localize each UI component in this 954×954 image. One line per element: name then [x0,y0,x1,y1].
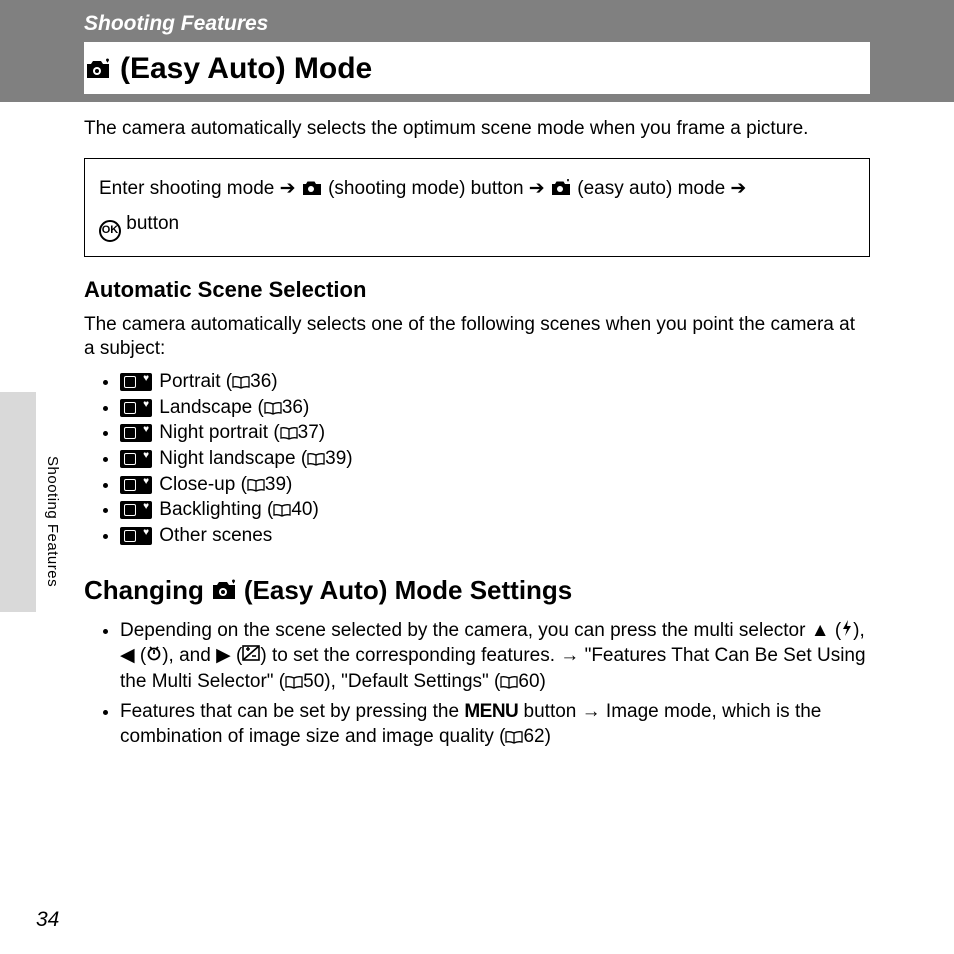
book-icon [307,447,325,472]
book-icon [280,421,298,446]
menu-button-label: MENU [464,701,518,722]
easy-auto-camera-icon [210,578,238,602]
scene-mode-icon [120,450,152,468]
book-icon [247,473,265,498]
navigation-path-box: Enter shooting mode ➔ (shooting mode) bu… [84,158,870,257]
list-item: Features that can be set by pressing the… [120,699,870,750]
list-item: Close-up (39) [120,473,870,498]
scene-mode-icon [120,399,152,417]
content-area: The camera automatically selects the opt… [0,102,954,750]
scene-mode-icon [120,527,152,545]
book-icon [273,498,291,523]
list-item: Other scenes [120,524,870,549]
side-section-label: Shooting Features [44,456,61,587]
book-icon [264,396,282,421]
scene-list: Portrait (36) Landscape (36) Night portr… [84,370,870,549]
triangle-right-icon: ▶ [216,645,231,666]
scene-mode-icon [120,501,152,519]
auto-scene-heading: Automatic Scene Selection [84,277,870,303]
list-item: Depending on the scene selected by the c… [120,618,870,695]
header-band: Shooting Features (Easy Auto) Mode [0,0,954,102]
arrow-icon: ➔ [529,178,550,199]
auto-scene-desc: The camera automatically selects one of … [84,313,870,362]
self-timer-icon [146,645,162,666]
settings-list: Depending on the scene selected by the c… [84,618,870,750]
list-item: Landscape (36) [120,396,870,421]
camera-icon [301,176,323,208]
triangle-left-icon: ◀ [120,645,135,666]
arrow-icon: ➔ [280,178,301,199]
arrow-icon: ➔ [730,178,746,199]
scene-mode-icon [120,424,152,442]
triangle-up-icon: ▲ [811,620,830,641]
list-item: Night landscape (39) [120,447,870,472]
scene-mode-icon [120,373,152,391]
book-icon [232,370,250,395]
book-icon [285,669,303,695]
intro-text: The camera automatically selects the opt… [84,118,870,140]
book-icon [505,724,523,750]
book-icon [500,669,518,695]
side-tab [0,392,36,612]
exposure-comp-icon [242,645,260,666]
scene-mode-icon [120,476,152,494]
ok-button-icon: OK [99,220,121,242]
page-number: 34 [36,908,59,932]
flash-icon [841,620,853,641]
list-item: Portrait (36) [120,370,870,395]
section-label: Shooting Features [84,12,870,36]
title-text: (Easy Auto) Mode [120,52,372,86]
easy-auto-camera-icon [550,176,572,208]
list-item: Night portrait (37) [120,421,870,446]
easy-auto-camera-icon [84,57,112,81]
changing-heading: Changing (Easy Auto) Mode Settings [84,575,870,606]
page-title: (Easy Auto) Mode [84,52,870,86]
list-item: Backlighting (40) [120,498,870,523]
